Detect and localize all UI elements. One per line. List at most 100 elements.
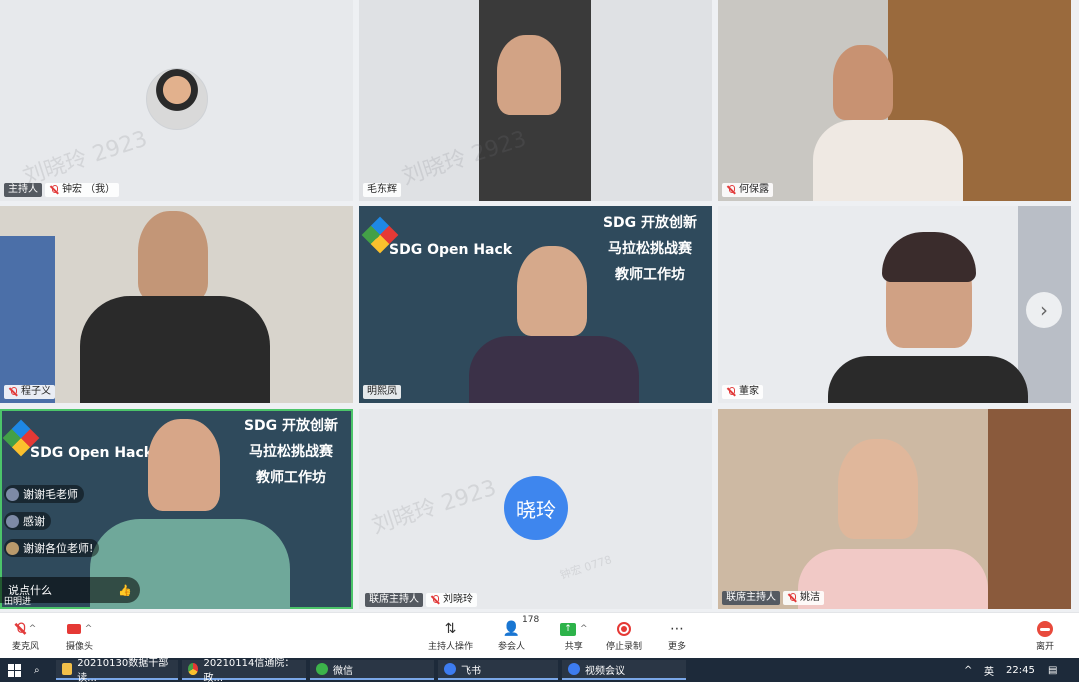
camera-icon (66, 624, 81, 634)
taskbar-app-video-meeting[interactable]: 视频会议 (562, 660, 686, 680)
chat-message: 谢谢毛老师 (4, 485, 84, 503)
name-label-box: 钟宏 （我） (45, 182, 120, 197)
tray-overflow-button[interactable]: ^ (958, 660, 978, 680)
mic-muted-icon (8, 386, 18, 397)
person-body (80, 296, 270, 403)
stop-recording-button[interactable]: 停止录制 (606, 619, 642, 652)
clock[interactable]: 22:45 (1000, 660, 1041, 680)
participant-name: 董家 (739, 385, 759, 397)
taskbar-app-folder[interactable]: 20210130数据干部读... (56, 658, 178, 682)
chat-message: 谢谢各位老师! (4, 539, 100, 557)
avatar: 晓玲 (504, 476, 568, 540)
taskbar-app-wechat[interactable]: 微信 (310, 660, 434, 680)
slide-title-line: 教师工作坊 (256, 470, 326, 486)
notification-button[interactable]: ▤ (1042, 660, 1063, 680)
slide-brand: SDG Open Hack (389, 242, 513, 258)
taskbar-app-feishu[interactable]: 飞书 (438, 660, 558, 680)
host-actions-label: 主持人操作 (428, 642, 474, 652)
slide-title: SDG 开放创新 马拉松挑战赛 教师工作坊 (236, 413, 346, 491)
participant-name: 刘晓玲 (443, 593, 473, 605)
video-meeting-icon (568, 663, 580, 675)
leave-label: 离开 (1036, 642, 1055, 652)
ime-indicator[interactable]: 英 (978, 660, 1000, 680)
mic-muted-icon (430, 594, 440, 605)
name-label-box: 明熙凤 (363, 384, 401, 399)
thumbs-up-icon[interactable]: 👍 (118, 584, 132, 597)
mic-button[interactable]: ^ 麦克风 (12, 619, 39, 652)
slide-title-line: SDG 开放创新 (243, 418, 339, 434)
more-button[interactable]: ⋯ 更多 (668, 619, 686, 652)
name-label-box: 姚洁 (783, 590, 824, 605)
taskbar-app-label: 飞书 (461, 665, 481, 677)
name-label-box: 程子义 (4, 384, 55, 399)
slide-title: SDG 开放创新 马拉松挑战赛 教师工作坊 (595, 210, 705, 288)
chevron-up-icon[interactable]: ^ (580, 624, 588, 634)
share-button[interactable]: ↑ ^ 共享 (560, 619, 588, 652)
person-face (497, 35, 561, 115)
chevron-up-icon[interactable]: ^ (85, 624, 93, 634)
meeting-toolbar: ^ 麦克风 ^ 摄像头 ⇅ 主持人操作 👤 178 参会人 ↑ ^ 共享 停止录制… (0, 612, 1079, 658)
slide-brand: SDG Open Hack (30, 445, 154, 461)
slide-title-line: 马拉松挑战赛 (249, 444, 333, 460)
name-tag: 联席主持人 姚洁 (722, 590, 824, 605)
taskbar-app-label: 20210114信通院：政... (203, 658, 295, 682)
taskbar-app-chrome[interactable]: 20210114信通院：政... (182, 658, 306, 682)
participant-tile-he[interactable]: 何保露 (718, 0, 1071, 201)
more-label: 更多 (668, 642, 687, 652)
mic-muted-icon (787, 592, 797, 603)
participant-name: 程子义 (21, 385, 51, 397)
name-tag: 联席主持人 刘晓玲 (365, 592, 477, 607)
start-button[interactable] (2, 660, 27, 680)
slide-title-line: 教师工作坊 (615, 267, 685, 283)
chevron-up-icon[interactable]: ^ (29, 624, 37, 634)
taskbar-app-label: 视频会议 (585, 665, 625, 677)
participants-label: 参会人 (498, 642, 526, 652)
participant-tile-cheng[interactable]: 程子义 (0, 206, 353, 403)
chat-message-text: 谢谢毛老师 (23, 488, 78, 501)
person-face (517, 246, 587, 336)
search-button[interactable]: ⌕ (28, 660, 46, 680)
slide-title-line: SDG 开放创新 (602, 215, 698, 231)
participant-name: 姚洁 (800, 591, 820, 603)
host-actions-icon: ⇅ (444, 621, 457, 637)
person-face (833, 45, 893, 120)
more-icon: ⋯ (670, 621, 684, 637)
name-label-box: 董家 (722, 384, 763, 399)
record-icon (617, 619, 631, 639)
camera-button[interactable]: ^ 摄像头 (66, 619, 93, 652)
chat-message: 感谢 (4, 512, 51, 530)
mic-muted-icon (726, 184, 736, 195)
participant-tile-ming[interactable]: SDG Open Hack SDG 开放创新 马拉松挑战赛 教师工作坊 明熙凤 (359, 206, 712, 403)
clock-time: 22:45 (1006, 664, 1035, 676)
leave-button[interactable]: 离开 (1036, 619, 1054, 652)
name-tag: 毛东辉 (363, 182, 401, 197)
person-face (138, 211, 208, 301)
name-tag: 何保露 (722, 182, 773, 197)
participant-tile-zhong[interactable]: 刘晓玲 2923 主持人 钟宏 （我） (0, 0, 353, 201)
chat-avatar-icon (6, 514, 19, 528)
folder-icon (62, 663, 73, 675)
participants-button[interactable]: 👤 178 参会人 (498, 615, 539, 652)
participant-name: 何保露 (739, 183, 769, 195)
participant-tile-dong[interactable]: 董家 (718, 206, 1071, 403)
chat-avatar-icon (6, 487, 19, 501)
share-icon: ↑ ^ (560, 619, 588, 639)
next-page-button[interactable]: › (1026, 292, 1062, 328)
host-actions-button[interactable]: ⇅ 主持人操作 (428, 619, 473, 652)
chat-message-text: 谢谢各位老师! (23, 542, 94, 555)
avatar (146, 68, 208, 130)
windows-tile (8, 663, 14, 670)
participant-tile-mao[interactable]: 刘晓玲 2923 毛东辉 (359, 0, 712, 201)
camera-label: 摄像头 (66, 642, 94, 652)
camera-off-icon: ^ (66, 619, 93, 639)
participant-tile-tian[interactable]: SDG Open Hack SDG 开放创新 马拉松挑战赛 教师工作坊 谢谢毛老… (0, 409, 353, 609)
participant-tile-yao[interactable]: 联席主持人 姚洁 (718, 409, 1071, 609)
person-hat (882, 232, 976, 282)
share-arrow-icon: ↑ (560, 622, 576, 636)
taskbar-app-label: 20210130数据干部读... (77, 658, 169, 682)
windows-taskbar: ⌕ 20210130数据干部读... 20210114信通院：政... 微信 飞… (0, 658, 1079, 682)
share-label: 共享 (564, 642, 583, 652)
name-tag: 主持人 钟宏 （我） (4, 182, 120, 197)
cohost-badge: 联席主持人 (365, 592, 423, 607)
name-tag: 明熙凤 (363, 384, 401, 399)
